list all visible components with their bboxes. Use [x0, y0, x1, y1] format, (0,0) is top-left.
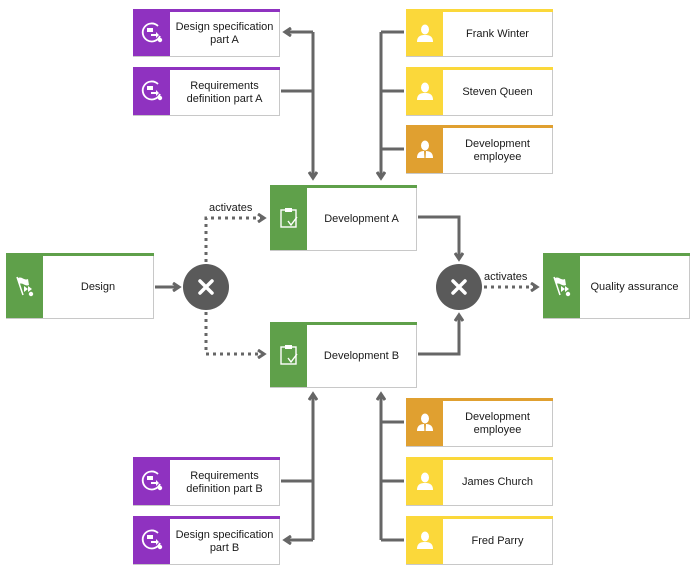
role-development-employee-top-label: Development employee — [465, 137, 530, 163]
edge-label-activates-qa: activates — [484, 271, 528, 283]
person-steven-queen-label: Steven Queen — [462, 86, 533, 98]
person-frank-winter[interactable]: Frank Winter — [406, 9, 553, 57]
person-icon — [406, 9, 443, 56]
role-development-employee-bottom[interactable]: Development employee — [406, 398, 553, 447]
document-design-spec-b[interactable]: Design specification part B — [133, 516, 280, 565]
employee-role-icon — [406, 398, 443, 446]
process-flow-icon — [133, 9, 170, 56]
document-design-spec-b-label: Design specification part B — [175, 528, 274, 554]
person-icon — [406, 457, 443, 505]
edge-label-activates-a: activates — [209, 202, 253, 214]
document-design-spec-a-label: Design specification part A — [175, 21, 274, 46]
role-development-employee-bottom-label: Development employee — [465, 410, 530, 436]
edge-dev-a-to-join — [418, 215, 459, 259]
xor-gateway-join[interactable] — [436, 264, 482, 310]
function-development-b-label: Development B — [323, 349, 400, 362]
process-flow-icon — [133, 516, 170, 564]
role-development-employee-top[interactable]: Development employee — [406, 125, 553, 174]
flag-start-icon — [6, 253, 43, 318]
process-flow-icon — [133, 67, 170, 115]
event-design-label: Design — [80, 280, 116, 293]
clipboard-check-icon — [270, 322, 307, 387]
process-flow-icon — [133, 457, 170, 505]
document-req-def-a[interactable]: Requirements definition part A — [133, 67, 280, 116]
event-quality-assurance-label: Quality assurance — [590, 280, 679, 293]
person-steven-queen[interactable]: Steven Queen — [406, 67, 553, 116]
function-development-a-label: Development A — [324, 212, 399, 225]
document-req-def-b-label: Requirements definition part B — [186, 469, 263, 495]
employee-role-icon — [406, 125, 443, 173]
x-icon — [451, 279, 467, 295]
person-icon — [406, 516, 443, 564]
person-fred-parry[interactable]: Fred Parry — [406, 516, 553, 565]
function-development-b[interactable]: Development B — [270, 322, 417, 388]
event-design[interactable]: Design — [6, 253, 154, 319]
clipboard-check-icon — [270, 185, 307, 250]
edge-split-to-dev-b — [204, 312, 264, 354]
x-icon — [198, 279, 214, 295]
xor-gateway-split[interactable] — [183, 264, 229, 310]
function-development-a[interactable]: Development A — [270, 185, 417, 251]
flag-start-icon — [543, 253, 580, 318]
person-icon — [406, 67, 443, 115]
person-james-church-label: James Church — [462, 476, 533, 488]
edge-dev-b-to-join — [418, 315, 459, 356]
person-frank-winter-label: Frank Winter — [466, 27, 529, 40]
person-fred-parry-label: Fred Parry — [471, 535, 524, 547]
document-design-spec-a[interactable]: Design specification part A — [133, 9, 280, 57]
document-req-def-b[interactable]: Requirements definition part B — [133, 457, 280, 506]
person-james-church[interactable]: James Church — [406, 457, 553, 506]
event-quality-assurance[interactable]: Quality assurance — [543, 253, 690, 319]
document-req-def-a-label: Requirements definition part A — [186, 79, 263, 105]
edge-split-to-dev-a — [204, 218, 264, 262]
